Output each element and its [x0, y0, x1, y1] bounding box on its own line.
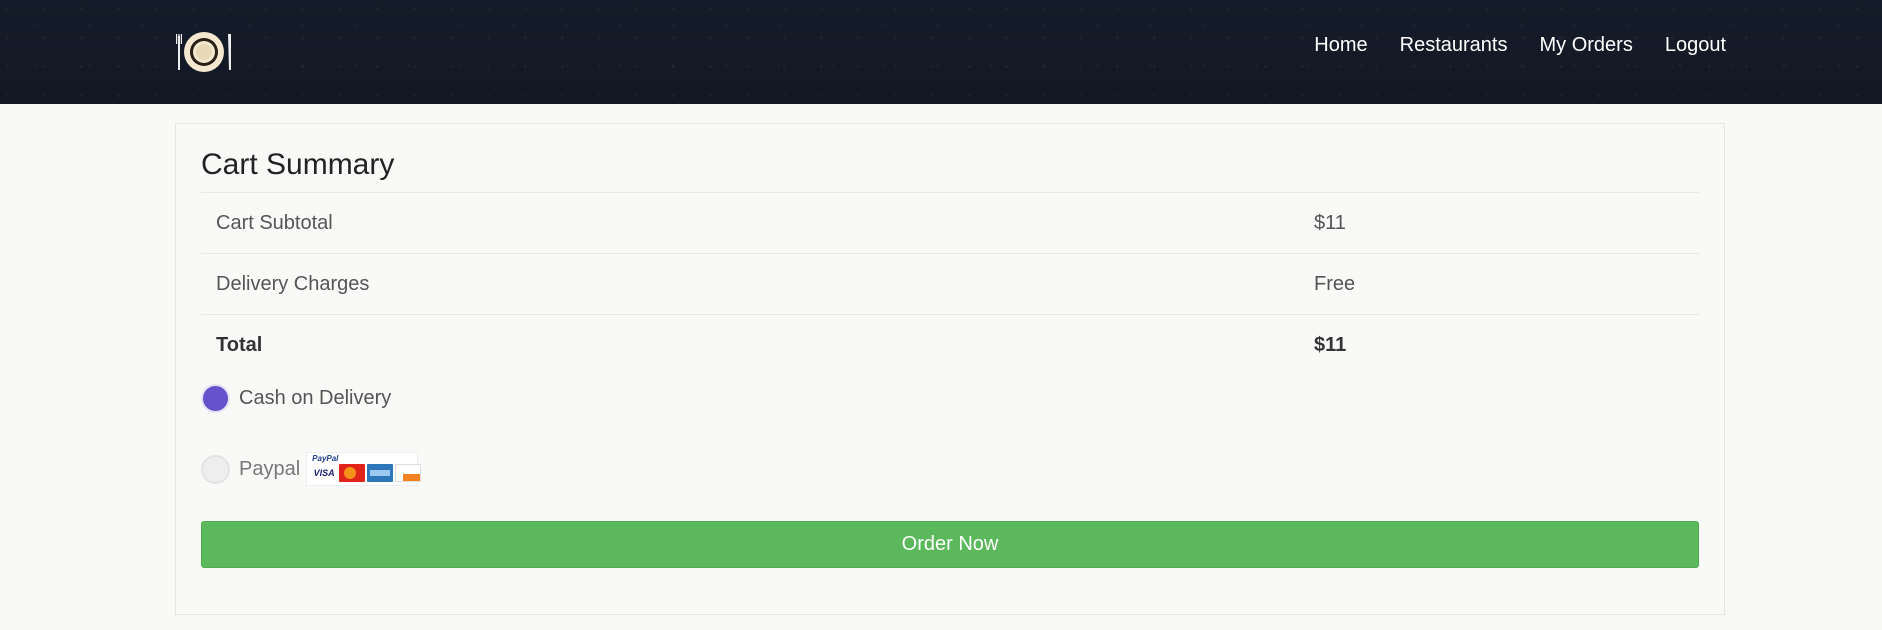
- nav-link-restaurants[interactable]: Restaurants: [1384, 30, 1524, 60]
- row-value: $11: [1299, 192, 1699, 254]
- payment-option-paypal[interactable]: Paypal PayPal VISA: [201, 452, 422, 486]
- table-row: Cart Subtotal $11: [201, 192, 1699, 254]
- discover-card-icon: [395, 464, 422, 482]
- summary-table: Cart Subtotal $11 Delivery Charges Free …: [201, 192, 1699, 376]
- nav-link-logout[interactable]: Logout: [1649, 30, 1726, 60]
- nav-link-home[interactable]: Home: [1298, 30, 1383, 60]
- radio-button[interactable]: [201, 384, 230, 413]
- mastercard-icon: [339, 464, 366, 482]
- table-row: Delivery Charges Free: [201, 253, 1699, 315]
- nav-link-my-orders[interactable]: My Orders: [1523, 30, 1648, 60]
- order-now-button[interactable]: Order Now: [201, 521, 1699, 568]
- amex-card-icon: [367, 464, 394, 482]
- nav-links: Home Restaurants My Orders Logout: [1298, 30, 1726, 60]
- navbar: Home Restaurants My Orders Logout: [0, 0, 1882, 104]
- radio-button[interactable]: [201, 454, 230, 484]
- paypal-logo-text: PayPal: [312, 454, 339, 463]
- panel-title: Cart Summary: [201, 148, 395, 181]
- payment-option-cod[interactable]: Cash on Delivery: [201, 384, 391, 413]
- row-label: Delivery Charges: [201, 253, 1299, 315]
- row-value: $11: [1299, 314, 1699, 376]
- payment-label: Paypal: [239, 457, 301, 480]
- plate-fork-knife-icon[interactable]: [175, 28, 233, 76]
- payment-label: Cash on Delivery: [239, 387, 392, 409]
- row-label: Total: [201, 314, 1299, 376]
- paypal-cards-logo: PayPal VISA: [306, 452, 422, 486]
- visa-card-icon: VISA: [311, 464, 338, 482]
- cart-summary-panel: Cart Summary Cart Subtotal $11 Delivery …: [175, 123, 1725, 615]
- row-label: Cart Subtotal: [201, 192, 1299, 254]
- row-value: Free: [1299, 253, 1699, 315]
- total-row: Total $11: [201, 314, 1699, 376]
